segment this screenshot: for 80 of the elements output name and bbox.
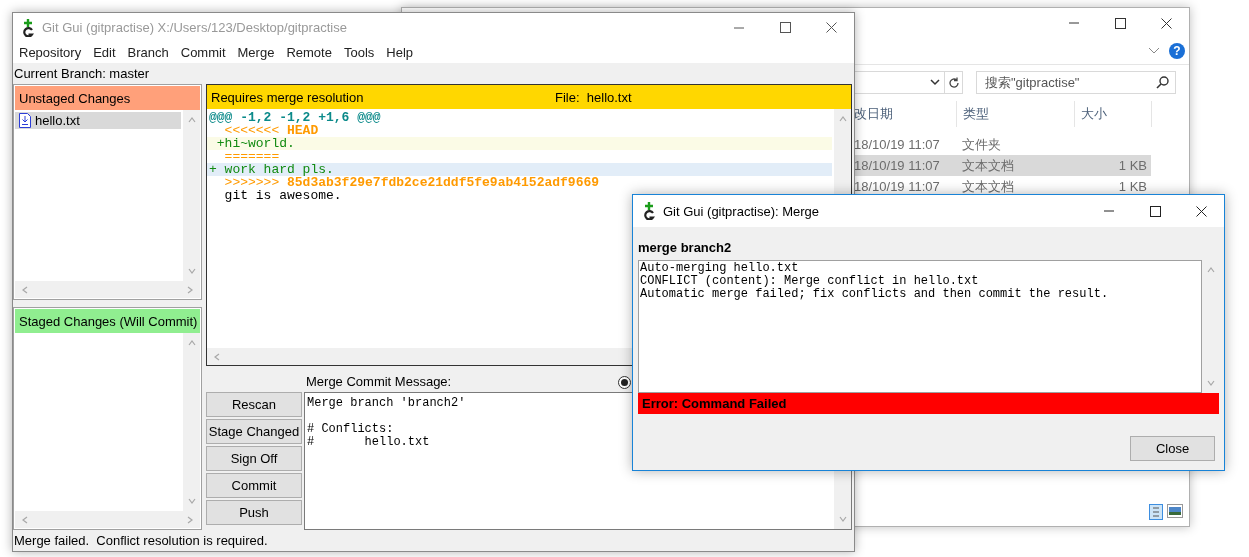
- action-button[interactable]: Sign Off: [206, 446, 302, 471]
- diff-line: <<<<<<< HEAD: [223, 124, 320, 137]
- close-button[interactable]: Close: [1130, 436, 1215, 461]
- diff-line: @@@ -1,2 -1,2 +1,6 @@@: [208, 111, 382, 124]
- scroll-up-icon[interactable]: [186, 338, 197, 348]
- maximize-icon[interactable]: [1149, 205, 1161, 217]
- close-icon[interactable]: [1160, 17, 1172, 29]
- scroll-down-icon[interactable]: [186, 266, 197, 276]
- app-icon: [21, 18, 35, 37]
- scrollbar[interactable]: [15, 281, 200, 298]
- file-icon: [19, 113, 31, 128]
- dropdown-icon[interactable]: [930, 79, 940, 86]
- menu-item[interactable]: Branch: [121, 45, 175, 60]
- menu-item[interactable]: Help: [380, 45, 420, 60]
- menu-item[interactable]: Repository: [13, 45, 88, 60]
- panel-header: Staged Changes (Will Commit): [15, 309, 200, 333]
- scrollbar[interactable]: [183, 110, 200, 281]
- status-bar-text: Merge failed. Conflict resolution is required.: [14, 533, 268, 548]
- commit-message-label: Merge Commit Message:: [306, 374, 453, 389]
- file-row[interactable]: 18/10/19 11:07 文本文档 1 KB: [854, 176, 1151, 197]
- scroll-up-icon[interactable]: [1205, 265, 1216, 275]
- action-button[interactable]: Stage Changed: [206, 419, 302, 444]
- date-cell-text: 18/10/19 11:07: [854, 137, 941, 152]
- scroll-right-icon[interactable]: [185, 514, 195, 525]
- scroll-up-icon[interactable]: [837, 114, 848, 124]
- action-button[interactable]: Commit: [206, 473, 302, 498]
- scroll-left-icon[interactable]: [20, 514, 30, 525]
- scroll-left-icon[interactable]: [212, 351, 222, 362]
- scroll-down-icon[interactable]: [837, 514, 848, 524]
- large-icons-view-icon[interactable]: [1167, 504, 1183, 518]
- maximize-icon[interactable]: [1114, 17, 1126, 29]
- scrollbar[interactable]: [15, 511, 200, 528]
- column-header[interactable]: 大小: [1075, 101, 1152, 127]
- menu-item[interactable]: Merge: [231, 45, 281, 60]
- type-cell-text: 文本文档: [961, 177, 1015, 196]
- menu-item[interactable]: Remote: [280, 45, 338, 60]
- search-icon: [1156, 76, 1169, 89]
- type-cell-text: 文件夹: [961, 135, 1002, 154]
- refresh-icon[interactable]: [947, 76, 960, 89]
- menu-item[interactable]: Commit: [174, 45, 232, 60]
- menu-item[interactable]: Edit: [87, 45, 122, 60]
- scroll-down-icon[interactable]: [1205, 378, 1216, 388]
- details-view-icon[interactable]: [1149, 504, 1163, 520]
- search-field[interactable]: 搜索"gitpractise": [976, 71, 1176, 94]
- type-cell-text: 文本文档: [961, 156, 1015, 175]
- close-icon[interactable]: [825, 22, 837, 33]
- help-icon[interactable]: ?: [1169, 43, 1185, 59]
- date-cell-text: 18/10/19 11:07: [854, 158, 941, 173]
- dialog-title: Git Gui (gitpractise): Merge: [663, 203, 820, 219]
- close-icon[interactable]: [1195, 205, 1207, 217]
- diff-line: >>>>>>> 85d3ab3f29e7fdb2ce21ddf5fe9ab4152adf9669: [223, 176, 601, 189]
- panel-header: Unstaged Changes: [15, 86, 200, 110]
- dialog-heading: merge branch2: [638, 239, 732, 255]
- diff-line: git is awesome.: [223, 189, 343, 202]
- scrollbar[interactable]: [183, 333, 200, 511]
- chevron-down-icon[interactable]: [1148, 47, 1160, 55]
- scroll-left-icon[interactable]: [20, 284, 30, 295]
- scroll-right-icon[interactable]: [185, 284, 195, 295]
- action-button[interactable]: Rescan: [206, 392, 302, 417]
- diff-line: =======: [223, 150, 281, 163]
- date-cell-text: 18/10/19 11:07: [854, 179, 941, 194]
- window-title: Git Gui (gitpractise) X:/Users/123/Desktop/gitpractise: [42, 20, 347, 35]
- menu-item[interactable]: Tools: [337, 45, 381, 60]
- size-cell-text: 1 KB: [1117, 158, 1148, 173]
- maximize-icon[interactable]: [779, 22, 791, 33]
- column-header[interactable]: 类型: [957, 101, 1075, 127]
- diff-file-label: File: hello.txt: [555, 89, 633, 105]
- file-row[interactable]: 18/10/19 11:07 文本文档 1 KB: [854, 155, 1151, 176]
- action-button[interactable]: Push: [206, 500, 302, 525]
- scroll-up-icon[interactable]: [186, 115, 197, 125]
- file-row[interactable]: 18/10/19 11:07 文件夹: [854, 134, 1151, 155]
- current-branch-label: Current Branch: master: [14, 66, 150, 81]
- output-log: Auto-merging hello.txt CONFLICT (content): Merge conflict in hello.txt Automatic merge failed; fix conflicts and then commit the result.: [638, 260, 1202, 393]
- app-icon: [642, 202, 656, 220]
- size-cell-text: 1 KB: [1117, 179, 1148, 194]
- file-item[interactable]: hello.txt: [15, 112, 181, 129]
- scroll-down-icon[interactable]: [186, 496, 197, 506]
- radio-button[interactable]: [618, 376, 631, 389]
- error-banner: Error: Command Failed: [638, 393, 1219, 414]
- diff-status: Requires merge resolution: [211, 89, 365, 105]
